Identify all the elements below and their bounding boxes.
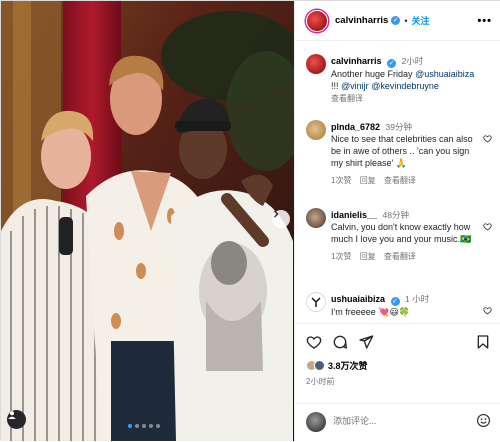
comment-time: 39分钟 xyxy=(385,122,413,132)
verified-badge-icon: ✓ xyxy=(390,297,400,306)
comment-composer xyxy=(295,403,500,442)
comment-time: 48分钟 xyxy=(382,210,410,220)
caption-time: 2小时 xyxy=(401,56,424,66)
likes-summary[interactable]: 3.8万次赞 xyxy=(306,359,368,372)
liker-avatar xyxy=(314,360,325,371)
ushuaia-logo-icon xyxy=(311,297,321,307)
author-avatar[interactable] xyxy=(306,9,328,32)
author-username[interactable]: calvinharris xyxy=(335,15,388,26)
carousel-dot xyxy=(135,424,139,428)
post-header: calvinharris ✓ • 关注 ••• xyxy=(295,1,500,41)
photo-illustration xyxy=(1,1,294,441)
like-comment-heart-icon[interactable] xyxy=(483,306,492,315)
caption-line: Another huge Friday xyxy=(331,69,413,79)
comment-reply-button[interactable]: 回复 xyxy=(360,252,376,261)
commenter-username[interactable]: idanielis__ xyxy=(331,210,377,220)
save-bookmark-icon[interactable] xyxy=(475,334,491,350)
like-comment-heart-icon[interactable] xyxy=(483,222,492,231)
commenter-avatar[interactable] xyxy=(306,292,326,312)
carousel-dot xyxy=(149,424,153,428)
header-separator: • xyxy=(404,15,408,26)
caption-text: Another huge Friday @ushuaiaibiza !!! @v… xyxy=(331,68,481,92)
comment-translate-link[interactable]: 查看翻译 xyxy=(384,176,416,185)
caption-translate-link[interactable]: 查看翻译 xyxy=(331,94,363,103)
comment-time: 1 小时 xyxy=(405,294,430,304)
like-count[interactable]: 3.8万次赞 xyxy=(328,359,368,372)
comment-reply-button[interactable]: 回复 xyxy=(360,176,376,185)
user-icon xyxy=(8,411,16,419)
post-sidebar: calvinharris ✓ • 关注 ••• calvinharris ✓ 2… xyxy=(294,1,500,441)
post-actions: 3.8万次赞 2小时前 xyxy=(295,323,500,441)
current-user-avatar xyxy=(306,412,326,432)
verified-badge-icon: ✓ xyxy=(387,59,397,68)
tagged-users-button[interactable] xyxy=(7,410,26,429)
comment-like-count[interactable]: 1次赞 xyxy=(331,176,351,185)
caption-line: !!! xyxy=(331,81,339,91)
post-photo[interactable] xyxy=(1,1,294,441)
comment-bubble-icon[interactable] xyxy=(332,334,348,350)
carousel-dot xyxy=(156,424,160,428)
carousel-dot xyxy=(128,424,132,428)
commenter-avatar[interactable] xyxy=(306,208,326,228)
mention-link[interactable]: @vinijr xyxy=(341,81,369,91)
like-heart-icon[interactable] xyxy=(306,334,322,350)
emoji-picker-icon[interactable] xyxy=(476,413,491,428)
commenter-avatar[interactable] xyxy=(306,120,326,140)
post-dialog: calvinharris ✓ • 关注 ••• calvinharris ✓ 2… xyxy=(0,0,500,441)
carousel-dot xyxy=(142,424,146,428)
next-photo-button[interactable] xyxy=(272,210,290,228)
more-options-button[interactable]: ••• xyxy=(477,15,492,27)
comment-text: Nice to see that celebrities can also be… xyxy=(331,134,473,168)
comment-input[interactable] xyxy=(333,416,453,426)
comment-text: Calvin, you don't know exactly how much … xyxy=(331,222,472,244)
chevron-right-icon xyxy=(274,210,279,218)
comment-text: I'm freeeee 💘😃🍀 xyxy=(331,307,411,317)
mention-link[interactable]: @kevindebruyne xyxy=(371,81,439,91)
caption-username[interactable]: calvinharris xyxy=(331,56,382,66)
comments-list[interactable]: calvinharris ✓ 2小时 Another huge Friday @… xyxy=(295,42,500,322)
like-comment-heart-icon[interactable] xyxy=(483,134,492,143)
carousel-indicator xyxy=(128,424,160,428)
verified-badge-icon: ✓ xyxy=(391,16,401,25)
post-timestamp[interactable]: 2小时前 xyxy=(306,376,334,387)
comment-translate-link[interactable]: 查看翻译 xyxy=(384,252,416,261)
mention-link[interactable]: @ushuaiaibiza xyxy=(415,69,474,79)
comment-like-count[interactable]: 1次赞 xyxy=(331,252,351,261)
follow-button[interactable]: 关注 xyxy=(412,14,430,27)
caption-author-avatar[interactable] xyxy=(306,54,326,74)
commenter-username[interactable]: plnda_6782 xyxy=(331,122,380,132)
share-paper-plane-icon[interactable] xyxy=(358,334,374,350)
commenter-username[interactable]: ushuaiaibiza xyxy=(331,294,385,304)
